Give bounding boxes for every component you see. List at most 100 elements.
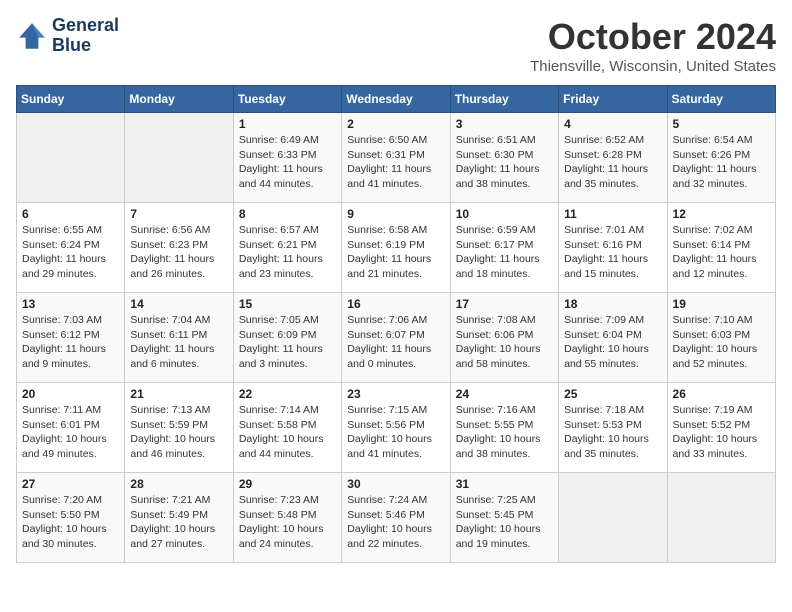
day-cell: 2Sunrise: 6:50 AM Sunset: 6:31 PM Daylig… [342, 113, 450, 203]
day-cell [559, 473, 667, 563]
day-cell: 24 Sunrise: 7:16 AM Sunset: 5:55 PM Dayli… [450, 383, 558, 473]
day-cell: 6Sunrise: 6:55 AM Sunset: 6:24 PM Daylig… [17, 203, 125, 293]
day-cell: 25 Sunrise: 7:18 AM Sunset: 5:53 PM Dayli… [559, 383, 667, 473]
day-cell: 18 Sunrise: 7:09 AM Sunset: 6:04 PM Dayli… [559, 293, 667, 383]
day-cell: 29Sunrise: 7:23 AM Sunset: 5:48 PM Dayli… [233, 473, 341, 563]
day-cell [667, 473, 775, 563]
day-cell: 13 Sunrise: 7:03 AM Sunset: 6:12 PM Dayli… [17, 293, 125, 383]
day-info: Sunrise: 6:56 AM Sunset: 6:23 PM Dayligh… [130, 223, 227, 282]
day-number: 15 [239, 297, 336, 311]
day-info: Sunrise: 6:52 AM Sunset: 6:28 PM Dayligh… [564, 133, 661, 192]
day-info: Sunrise: 7:16 AM Sunset: 5:55 PM Dayligh… [456, 403, 553, 462]
day-cell: 8Sunrise: 6:57 AM Sunset: 6:21 PM Daylig… [233, 203, 341, 293]
day-info: Sunrise: 7:02 AM Sunset: 6:14 PM Dayligh… [673, 223, 770, 282]
day-cell: 28 Sunrise: 7:21 AM Sunset: 5:49 PM Dayli… [125, 473, 233, 563]
day-number: 11 [564, 207, 661, 221]
day-number: 7 [130, 207, 227, 221]
day-info: Sunrise: 7:18 AM Sunset: 5:53 PM Dayligh… [564, 403, 661, 462]
header-thursday: Thursday [450, 86, 558, 113]
day-number: 20 [22, 387, 119, 401]
day-number: 24 [456, 387, 553, 401]
day-number: 8 [239, 207, 336, 221]
page-header: General Blue October 2024 Thiensville, W… [16, 16, 776, 75]
day-info: Sunrise: 7:05 AM Sunset: 6:09 PM Dayligh… [239, 313, 336, 372]
day-cell: 22Sunrise: 7:14 AM Sunset: 5:58 PM Dayli… [233, 383, 341, 473]
day-info: Sunrise: 7:13 AM Sunset: 5:59 PM Dayligh… [130, 403, 227, 462]
day-info: Sunrise: 6:54 AM Sunset: 6:26 PM Dayligh… [673, 133, 770, 192]
logo-line1: General [52, 16, 119, 36]
calendar-body: 1Sunrise: 6:49 AM Sunset: 6:33 PM Daylig… [17, 113, 776, 563]
day-number: 13 [22, 297, 119, 311]
day-info: Sunrise: 7:20 AM Sunset: 5:50 PM Dayligh… [22, 493, 119, 552]
header-sunday: Sunday [17, 86, 125, 113]
day-cell: 21 Sunrise: 7:13 AM Sunset: 5:59 PM Dayli… [125, 383, 233, 473]
day-number: 9 [347, 207, 444, 221]
day-info: Sunrise: 7:04 AM Sunset: 6:11 PM Dayligh… [130, 313, 227, 372]
logo-line2: Blue [52, 36, 119, 56]
day-number: 12 [673, 207, 770, 221]
day-cell: 27 Sunrise: 7:20 AM Sunset: 5:50 PM Dayli… [17, 473, 125, 563]
day-cell: 16Sunrise: 7:06 AM Sunset: 6:07 PM Dayli… [342, 293, 450, 383]
day-info: Sunrise: 7:15 AM Sunset: 5:56 PM Dayligh… [347, 403, 444, 462]
header-monday: Monday [125, 86, 233, 113]
day-cell: 30 Sunrise: 7:24 AM Sunset: 5:46 PM Dayli… [342, 473, 450, 563]
day-cell [17, 113, 125, 203]
day-cell: 11Sunrise: 7:01 AM Sunset: 6:16 PM Dayli… [559, 203, 667, 293]
day-number: 4 [564, 117, 661, 131]
day-info: Sunrise: 7:14 AM Sunset: 5:58 PM Dayligh… [239, 403, 336, 462]
day-number: 21 [130, 387, 227, 401]
day-cell: 9 Sunrise: 6:58 AM Sunset: 6:19 PM Daylig… [342, 203, 450, 293]
day-info: Sunrise: 7:21 AM Sunset: 5:49 PM Dayligh… [130, 493, 227, 552]
day-number: 2 [347, 117, 444, 131]
header-wednesday: Wednesday [342, 86, 450, 113]
day-info: Sunrise: 7:19 AM Sunset: 5:52 PM Dayligh… [673, 403, 770, 462]
day-cell: 26 Sunrise: 7:19 AM Sunset: 5:52 PM Dayli… [667, 383, 775, 473]
day-cell: 10Sunrise: 6:59 AM Sunset: 6:17 PM Dayli… [450, 203, 558, 293]
day-number: 18 [564, 297, 661, 311]
logo: General Blue [16, 16, 119, 56]
location: Thiensville, Wisconsin, United States [530, 58, 776, 75]
day-number: 30 [347, 477, 444, 491]
week-row-2: 13 Sunrise: 7:03 AM Sunset: 6:12 PM Dayli… [17, 293, 776, 383]
week-row-3: 20 Sunrise: 7:11 AM Sunset: 6:01 PM Dayli… [17, 383, 776, 473]
logo-icon [16, 20, 48, 52]
day-info: Sunrise: 7:23 AM Sunset: 5:48 PM Dayligh… [239, 493, 336, 552]
day-cell: 1Sunrise: 6:49 AM Sunset: 6:33 PM Daylig… [233, 113, 341, 203]
title-block: October 2024 Thiensville, Wisconsin, Uni… [530, 16, 776, 75]
day-cell: 4 Sunrise: 6:52 AM Sunset: 6:28 PM Daylig… [559, 113, 667, 203]
header-tuesday: Tuesday [233, 86, 341, 113]
day-info: Sunrise: 6:55 AM Sunset: 6:24 PM Dayligh… [22, 223, 119, 282]
day-cell: 17Sunrise: 7:08 AM Sunset: 6:06 PM Dayli… [450, 293, 558, 383]
day-info: Sunrise: 7:24 AM Sunset: 5:46 PM Dayligh… [347, 493, 444, 552]
day-number: 26 [673, 387, 770, 401]
day-cell: 15 Sunrise: 7:05 AM Sunset: 6:09 PM Dayli… [233, 293, 341, 383]
day-number: 27 [22, 477, 119, 491]
day-info: Sunrise: 7:11 AM Sunset: 6:01 PM Dayligh… [22, 403, 119, 462]
day-info: Sunrise: 7:03 AM Sunset: 6:12 PM Dayligh… [22, 313, 119, 372]
day-number: 23 [347, 387, 444, 401]
day-info: Sunrise: 7:10 AM Sunset: 6:03 PM Dayligh… [673, 313, 770, 372]
day-number: 25 [564, 387, 661, 401]
day-info: Sunrise: 6:58 AM Sunset: 6:19 PM Dayligh… [347, 223, 444, 282]
day-info: Sunrise: 7:09 AM Sunset: 6:04 PM Dayligh… [564, 313, 661, 372]
day-info: Sunrise: 6:49 AM Sunset: 6:33 PM Dayligh… [239, 133, 336, 192]
day-cell: 19 Sunrise: 7:10 AM Sunset: 6:03 PM Dayli… [667, 293, 775, 383]
week-row-4: 27 Sunrise: 7:20 AM Sunset: 5:50 PM Dayli… [17, 473, 776, 563]
day-cell: 31Sunrise: 7:25 AM Sunset: 5:45 PM Dayli… [450, 473, 558, 563]
day-number: 28 [130, 477, 227, 491]
day-number: 10 [456, 207, 553, 221]
month-title: October 2024 [530, 16, 776, 58]
day-info: Sunrise: 7:06 AM Sunset: 6:07 PM Dayligh… [347, 313, 444, 372]
day-cell: 7 Sunrise: 6:56 AM Sunset: 6:23 PM Daylig… [125, 203, 233, 293]
day-info: Sunrise: 7:25 AM Sunset: 5:45 PM Dayligh… [456, 493, 553, 552]
day-cell: 5Sunrise: 6:54 AM Sunset: 6:26 PM Daylig… [667, 113, 775, 203]
calendar-header: SundayMondayTuesdayWednesdayThursdayFrid… [17, 86, 776, 113]
day-number: 14 [130, 297, 227, 311]
week-row-1: 6Sunrise: 6:55 AM Sunset: 6:24 PM Daylig… [17, 203, 776, 293]
day-number: 17 [456, 297, 553, 311]
day-cell: 3Sunrise: 6:51 AM Sunset: 6:30 PM Daylig… [450, 113, 558, 203]
day-number: 3 [456, 117, 553, 131]
day-number: 19 [673, 297, 770, 311]
header-row: SundayMondayTuesdayWednesdayThursdayFrid… [17, 86, 776, 113]
day-cell: 20 Sunrise: 7:11 AM Sunset: 6:01 PM Dayli… [17, 383, 125, 473]
